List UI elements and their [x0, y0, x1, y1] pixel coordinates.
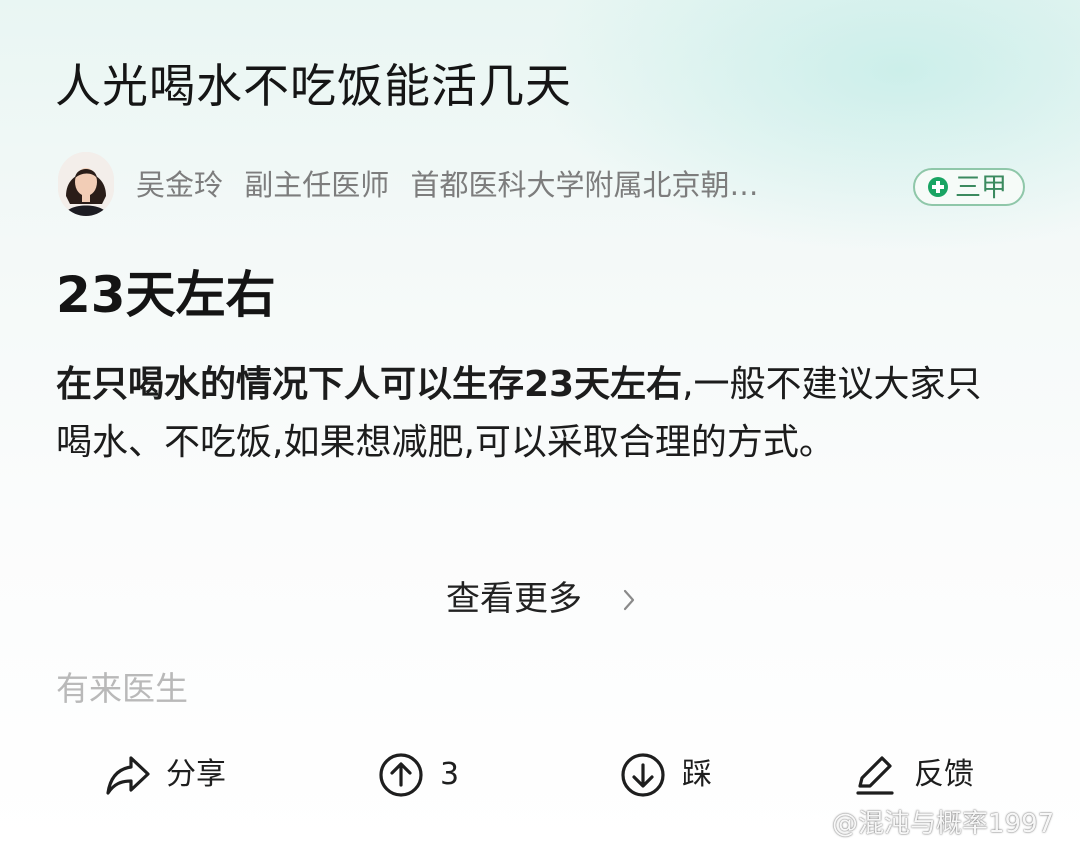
author-position: 副主任医师 — [244, 168, 390, 202]
downvote-button[interactable]: 踩 — [620, 752, 740, 798]
source-label: 有来医生 — [56, 669, 188, 708]
share-button[interactable]: 分享 — [104, 752, 264, 798]
author-name: 吴金玲 — [136, 168, 224, 202]
author-avatar[interactable] — [58, 152, 114, 216]
downvote-label: 踩 — [682, 757, 712, 792]
answer-headline: 23天左右 — [56, 266, 276, 324]
hospital-level-badge: 三甲 — [913, 168, 1025, 206]
chevron-right-icon — [623, 589, 635, 611]
question-title[interactable]: 人光喝水不吃饭能活几天 — [55, 56, 572, 116]
pencil-icon — [856, 756, 894, 795]
view-more-button[interactable]: 查看更多 — [446, 576, 635, 622]
arrow-up-circle-icon — [379, 753, 423, 797]
feedback-button[interactable]: 反馈 — [852, 752, 1012, 798]
weibo-icon — [789, 814, 824, 840]
answer-body-bold: 在只喝水的情况下人可以生存23天左右 — [56, 364, 683, 405]
badge-label: 三甲 — [955, 173, 1008, 203]
watermark: @混沌与概率1997 — [788, 806, 1078, 846]
share-icon — [106, 756, 150, 795]
author-hospital: 首都医科大学附属北京朝… — [410, 168, 759, 202]
action-bar: 分享 3 踩 反馈 — [0, 740, 1080, 810]
upvote-count: 3 — [440, 757, 460, 792]
answer-body: 在只喝水的情况下人可以生存23天左右,一般不建议大家只喝水、不吃饭,如果想减肥,… — [56, 356, 1006, 472]
answer-card: 人光喝水不吃饭能活几天 吴金玲 副主任医师 首都医科大学附属北京朝… 三甲 23… — [0, 0, 1080, 848]
medical-cross-icon — [928, 177, 948, 197]
view-more-label: 查看更多 — [446, 579, 582, 619]
feedback-label: 反馈 — [914, 757, 974, 792]
arrow-down-circle-icon — [621, 753, 665, 797]
watermark-text: @混沌与概率1997 — [832, 809, 1055, 839]
author-row[interactable]: 吴金玲 副主任医师 首都医科大学附属北京朝… 三甲 — [58, 152, 1028, 218]
share-label: 分享 — [166, 757, 226, 792]
author-info: 吴金玲 副主任医师 首都医科大学附属北京朝… — [136, 166, 936, 204]
upvote-button[interactable]: 3 — [378, 752, 478, 798]
